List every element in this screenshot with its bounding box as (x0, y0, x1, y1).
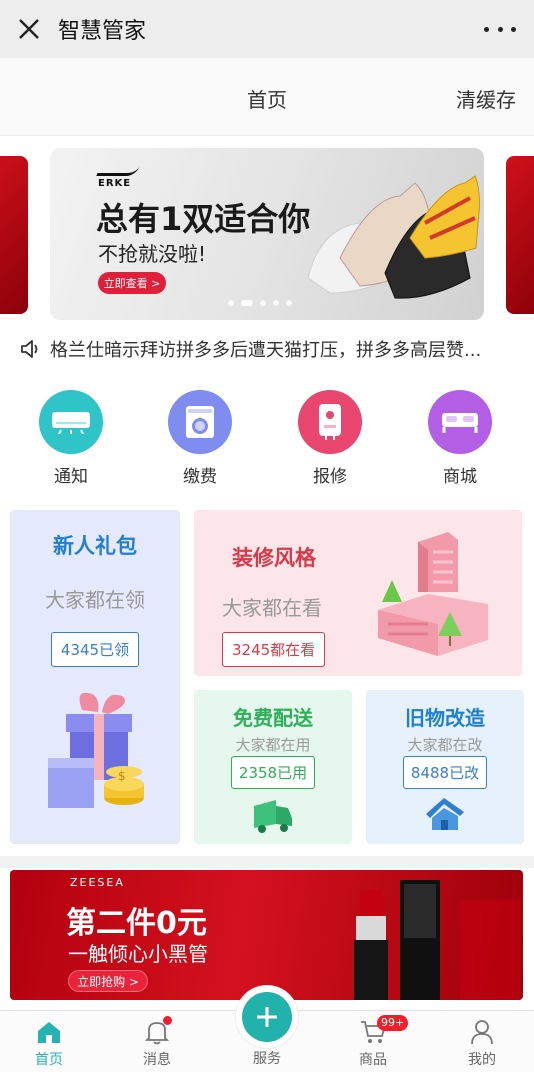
banner-carousel[interactable]: ERKE 总有1双适合你 不抢就没啦! 立即查看 > (0, 136, 534, 328)
promo-brand: ZEESEA (70, 876, 125, 889)
quick-item-payment[interactable]: 缴费 (155, 390, 245, 487)
free-delivery-count-badge: 2358已用 (230, 756, 316, 789)
banner-next-slide[interactable] (506, 156, 534, 314)
sneakers-image (307, 175, 480, 299)
quick-item-repair[interactable]: 报修 (285, 390, 375, 487)
banner-view-button[interactable]: 立即查看 > (98, 272, 166, 294)
home-title[interactable]: 首页 (0, 84, 534, 113)
house-icon (426, 798, 464, 830)
section-divider (0, 856, 534, 868)
erke-logo: ERKE (96, 166, 140, 189)
water-heater-icon (298, 390, 362, 454)
banner-slide-erke[interactable]: ERKE 总有1双适合你 不抢就没啦! 立即查看 > (50, 148, 484, 320)
washing-machine-icon (168, 390, 232, 454)
service-fab-button[interactable] (236, 986, 298, 1048)
more-button[interactable] (484, 18, 516, 40)
promo-buy-button[interactable]: 立即抢购 > (68, 970, 148, 992)
goods-count-badge: 99+ (377, 1015, 409, 1031)
svg-text:$: $ (118, 769, 126, 783)
close-icon (19, 19, 39, 39)
delivery-truck-icon (254, 800, 292, 833)
quick-item-notice[interactable]: 通知 (26, 390, 116, 487)
decoration-count-badge: 3245都在看 (222, 632, 326, 667)
news-ticker-text: 格兰仕暗示拜访拼多多后遭天猫打压，拼多多高层赞... (50, 340, 482, 361)
promo-banner-zeesea[interactable]: ZEESEA 第二件0元 一触倾心小黑管 立即抢购 > (10, 870, 523, 1000)
gift-box-icon: $ (48, 692, 144, 808)
tab-mine[interactable]: 我的 (442, 1019, 522, 1069)
building-icon (378, 532, 488, 656)
user-icon (471, 1020, 493, 1045)
renovation-count-badge: 8488已改 (402, 756, 488, 789)
clear-cache-button[interactable]: 清缓存 (456, 84, 516, 113)
card-new-gift[interactable]: 新人礼包 大家都在领 4345已领 $ (10, 510, 180, 844)
news-ticker[interactable]: 格兰仕暗示拜访拼多多后遭天猫打压，拼多多高层赞... (20, 334, 520, 364)
home-icon (38, 1022, 60, 1043)
more-dots-icon (484, 26, 489, 32)
tab-goods[interactable]: 99+ 商品 (333, 1015, 413, 1069)
speaker-icon (21, 340, 38, 358)
plus-icon (257, 1007, 277, 1027)
air-conditioner-icon (39, 390, 103, 454)
promo-headline: 第二件0元 (66, 906, 207, 941)
card-free-delivery[interactable]: 免费配送 大家都在用 2358已用 (194, 690, 352, 844)
window-title: 智慧管家 (58, 19, 147, 44)
tab-home[interactable]: 首页 (9, 1019, 89, 1069)
tab-service-label: 服务 (253, 1051, 281, 1067)
carousel-dots (228, 300, 292, 306)
page-header: 首页 清缓存 (0, 58, 534, 136)
quick-item-mall[interactable]: 商城 (415, 390, 505, 487)
tab-messages[interactable]: 消息 (117, 1016, 197, 1069)
close-button[interactable] (0, 0, 58, 58)
bed-icon (428, 390, 492, 454)
banner-subline: 不抢就没啦! (98, 242, 207, 266)
messages-unread-dot (163, 1016, 172, 1025)
lipstick-image (354, 880, 520, 1000)
title-bar: 智慧管家 (0, 0, 534, 58)
feature-cards: 新人礼包 大家都在领 4345已领 $ 装修风格 大家都在看 3245都在看 免… (0, 508, 534, 848)
new-gift-count-badge: 4345已领 (50, 632, 140, 667)
banner-headline: 总有1双适合你 (96, 200, 311, 238)
banner-prev-slide[interactable] (0, 156, 28, 314)
promo-subline: 一触倾心小黑管 (68, 942, 208, 966)
card-renovation[interactable]: 旧物改造 大家都在改 8488已改 (366, 690, 524, 844)
quick-entries: 通知 缴费 报修 商城 (0, 390, 534, 490)
card-decoration[interactable]: 装修风格 大家都在看 3245都在看 (194, 510, 522, 676)
